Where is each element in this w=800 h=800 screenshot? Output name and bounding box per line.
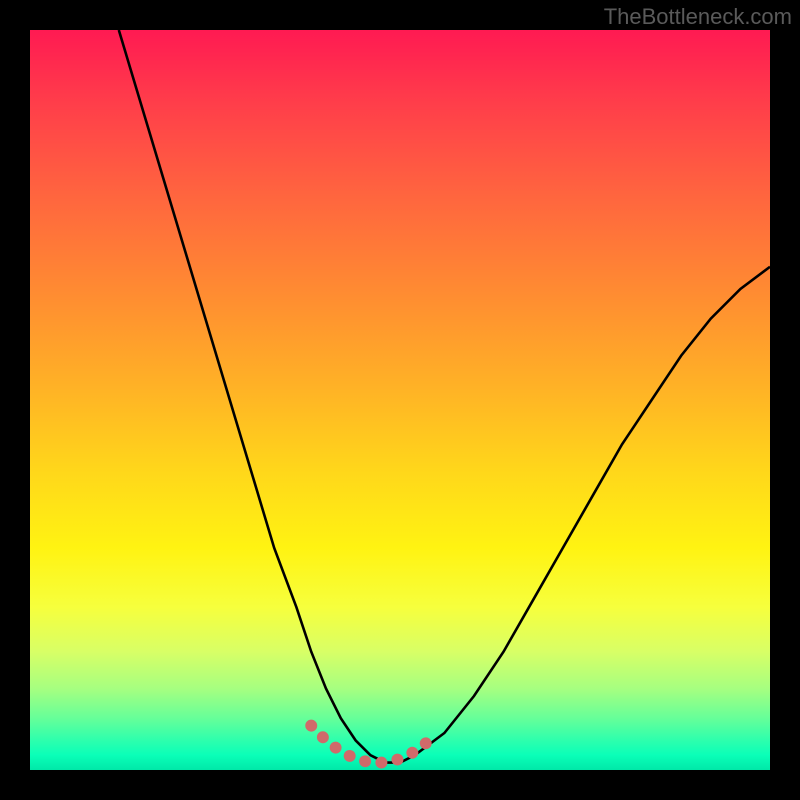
chart-curves-svg: [30, 30, 770, 770]
valley-highlight-path: [311, 726, 429, 763]
main-curve-path: [119, 30, 770, 763]
watermark-label: TheBottleneck.com: [604, 4, 792, 30]
chart-plot-area: [30, 30, 770, 770]
